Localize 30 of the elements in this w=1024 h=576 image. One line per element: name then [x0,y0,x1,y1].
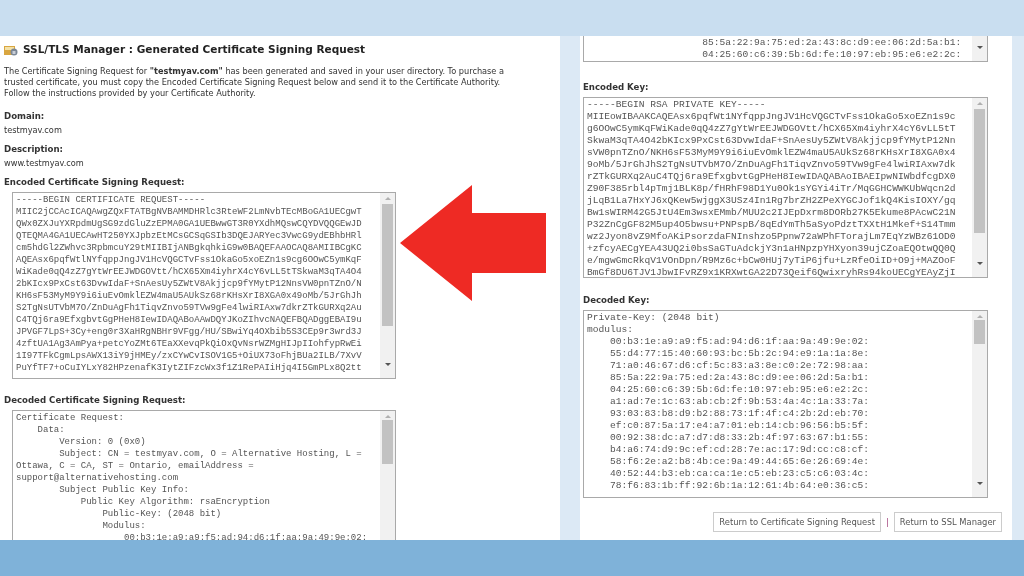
field-value: testmyav.com [4,124,63,136]
field-label: Description: [4,143,65,155]
scroll-down-icon [384,362,391,366]
decoded-csr-text: Certificate Request: Data: Version: 0 (0x0) Subject: CN = testmyav.com, O = Alternative Hosting, L = Ottawa, C = CA, ST = Ontario, emailAddress = support@alternativehosting.com Subject Public Key Info: Public Key Algorithm: rsaEncryption Public-Key: (2048 bit) Modulus: 00:b3:1e:a9:a9:f5:ad:94:d6:1f:aa:9a:49:9e:02: [16,412,368,540]
field-label: Domain: [4,110,46,122]
decoded-csr-text: 85:5a:22:9a:75:ed:2a:43:8c:d9:ee:06:2d:5a:b1: 04:25:60:c6:39:5b:6d:fe:10:97:eb:95:e6:e2:2c: [701,37,962,60]
scroll-down-icon [976,262,983,265]
scroll-up-icon [384,196,391,200]
key-text: -----BEGIN RSA PRIVATE KEY----- MIIEowIBAAKCAQEAsx6pqfWt1NYfqppJngJV1HcVQGCTvFss1OkaGo5xoEZn1s9c g6OOwC5ymKqFWiKade0qQ4zZ7gYtWrEEJWDGOVtt/hCX65Xm4iyhrX4cY6vLL5tT SkwaM3qTA4O42bKIcx9PxCst63DvwIdaF+SnAesUy5ZWtV8Akjjcp9fYMytP12Nn sVW0pnTZnO/NKH6sF53MyM9Y9i6iuEvOmklEZW4maU5AUkSz68rKHsXrI8XGA0x4 9oMb/5JrGhJhS2TgNsUTVbM7O/ZnDuAgFh1TiqvZnvo59TVw9gFe4lwiRIAxw7dk rZTkGURXq2AuC4TQj6ra9EfxgbvtGgPHeH8IewIDAQABAoIBAEIpwNIWbdfcgDX0 Z90F385rbl4pTmj1BLK8p/fHRhF98D1Yu0Ok1sYGYi4iTr/MqGGHCWWKUbWqcn2d jLqB1La7HxYJ6xQKew5wjggX3USz4In1Rg7brZH2ZPeXYGCJof1kQ4KisIOXY/gq Bw1sWIRM42G5JtU4Em3wsxEMmb/MUU2c2IJEpDxrm8DORb27K5Ekume8PAcwC21N P32ZnCgGF82M5up4O5bwsu+PNPspB/8qEdYmTh5aSyoPdztTXXtH1Mkef+S14Tmm wz2Jyon8vZ9MfoAKiPsorzdaFNInshzo5Ppnw72aWPhFTorajLm7EqYzWBz61OD0 +zfcyAECgYEA43UQ2i0bsSaGTuAdckjY3n1aHNpzpYHXyon39ujCZoaEQOtwQQ0Q e/mgwGmcRkqV1VOnDpn/R9Mz6c+bCw0HUj7yTiP6jfu+LzRfeOiID+O9j+MAZOoF BmGf8DU6TJV1JbwIFvRZ9x1KRXwtGA22D73Qeif6QwixryhRs94koUECgYEAyZjI [587,99,956,277]
page-title: SSL/TLS Manager : Generated Certificate Signing Request [23,42,366,57]
text-area[interactable] [583,310,988,498]
field-label: Encoded Key: [583,82,650,93]
field-label: Decoded Key: [583,295,651,306]
scroll-up-icon [384,414,391,418]
certificate-icon [4,43,18,57]
scroll-thumb [382,419,393,464]
decoded-key-text: Private-Key: (2048 bit) modulus: 00:b3:1e:a9:a9:f5:ad:94:d6:1f:aa:9a:49:9e:02: 55:d4:77:15:40:60:93:bc:5b:2c:94:e9:1a:1a:8e: 71:a0:46:67:d6:cf:5c:83:a3:8e:c0:2e:72:98:aa: 85:5a:22:9a:75:ed:2a:43:8c:d9:ee:06:2d:5a:b1: 04:25:60:c6:39:5b:6d:fe:10:97:eb:95:e6:e2:2c: a1:ad:7e:1c:63:ab:cb:2f:9b:53:4a:4c:1a:33:7a: 93:03:83:b8:d9:b2:88:73:1f:4f:c4:2b:2d:eb:70: ef:c0:87:5a:17:e4:a7:01:eb:14:cb:96:56:b5:5f: 00:92:38:dc:a7:d7:d8:33:2b:4f:97:63:67:b1:55: b4:a6:74:d9:9c:ef:cd:28:7e:ac:17:9d:cc:c8:cf: 58:f6:2e:a2:b8:4b:ce:9a:49:44:65:6e:26:69:4e: 40:52:44:b3:eb:ca:ca:1e:c5:eb:23:c5:c6:03:4c: 78:f6:83:1b:ff:92:6b:1a:12:61:4b:64:e0:36:c5: [587,312,870,491]
scroll-down-icon [976,46,983,49]
intro-paragraph: The Certificate Signing Request for "testmyav.com" has been generated and saved in your user directory. To purchase a trusted certificate, you must copy the Encoded Certificate Signing Request below and send it to the Certificate Authority. Follow the instructions provided by your Certificate Authority. [4,65,505,99]
text-area[interactable]: 85:5a:22:9a:75:ed:2a:43:8c:d9:ee:06:2d:5a:b1: 04:25:60:c6:39:5b:6d:fe:10:97:eb:95:e6:e2:2c: [583,36,988,62]
return-button[interactable]: Return to Certificate Signing Request [713,512,881,532]
scroll-up-icon [976,102,983,105]
field-label: Encoded Certificate Signing Request: [4,176,186,188]
return-button[interactable]: Return to SSL Manager [893,512,1002,532]
separator: | [885,515,889,529]
field-value: www.testmyav.com [4,157,85,169]
csr-text: -----BEGIN CERTIFICATE REQUEST----- MIIC2jCCAcICAQAwgZQxFTATBgNVBAMMDHRlc3RteWF2LmNvbTEcMBoGA1UECgwT QWx0ZXJuYXRpdmUgSG9zdGluZzEPMA0GA1UEBwwGT3R0YXdhMQswCQYDVQQGEwJD QTEQMA4GA1UECAwHT250YXJpbzEtMCsGCSqGSIb3DQEJARYec3VwcG9ydEBhbHRl cm5hdGl2ZWhvc3RpbmcuY29tMIIBIjANBgkqhkiG9w0BAQEFAAOCAQ8AMIIBCgKC AQEAsx6pqfWtlNYfqppJngJV1HcVQGCTvFss1OkaGo5xoEZn1s9cg6OOwC5ymKqF WiKade0qQ4zZ7gYtWrEEJWDGOVtt/hCX65Xm4iyhrX4cY6vLL5tTSkwaM3qTA4O4 2bKIcx9PxCst63DvwIdaF+SnAesUy5ZWtV8Akjjcp9fYMytP12NnsVW0pnTZnO/N KH6sF53MyM9Y9i6iuEvOmklEZW4maU5AUkSz68rKHsXrI8XGA0x49oMb/5JrGhJh S2TgNsUTVbM7O/ZnDuAgFh1TiqvZnvo59TVw9gFe4lwiRIAxw7dkrZTkGURXq2Au C4TQj6ra9EfxgbvtGgPHeH8IewIDAQABoAAwDQYJKoZIhvcNAQEFBQADggEBAI9u JPVGF7LpS+3Cy+eng0r3XaHRgNBHr9VFgg/HU/SBwiYq4OXbib5S3CEp9r3wrd3J 4zftUA1Ag3AmPya+petcYoZMt6TEaXXevqPkQiOxQvNsrWZMgHIJpIIohfypRwEi 1I97TFkCgmLpsAWX13iY9jHMEy/zxCYwCvISOV1G5+OiUX73oFhjBUa2ILB/7XvV PuYfTF7+oCuIYLxY82HPzenafK3IytZIFzcWx3f1Z1RePAIiHjq4I5GmPLx8Q2tt [16,194,362,373]
field-label: Decoded Certificate Signing Request: [4,394,187,406]
scroll-thumb [974,320,985,344]
scroll-down-icon [976,482,983,485]
